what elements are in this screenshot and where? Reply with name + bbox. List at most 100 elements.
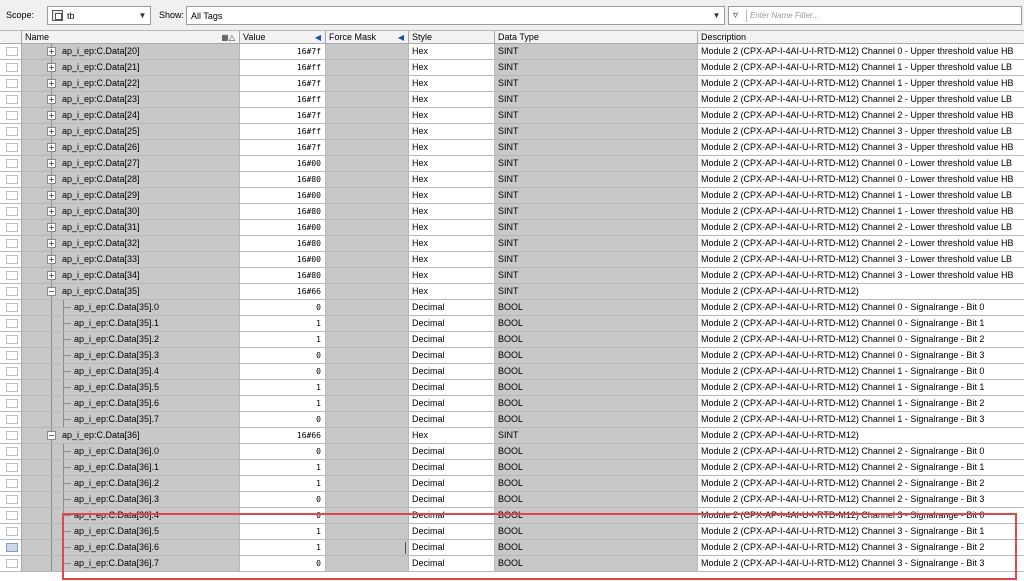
row-selector[interactable] — [0, 476, 22, 492]
tag-style[interactable]: Decimal — [409, 556, 495, 572]
column-pin-icon[interactable]: ◀ — [398, 31, 404, 44]
row-selector[interactable] — [0, 524, 22, 540]
row-selector[interactable] — [0, 444, 22, 460]
row-selector-box[interactable] — [6, 159, 18, 168]
tag-name-cell[interactable]: + ap_i_ep:C.Data[21] — [22, 60, 240, 76]
tag-description[interactable]: Module 2 (CPX-AP-I-4AI-U-I-RTD-M12) Chan… — [698, 140, 1024, 156]
tag-description[interactable]: Module 2 (CPX-AP-I-4AI-U-I-RTD-M12) Chan… — [698, 92, 1024, 108]
tag-description[interactable]: Module 2 (CPX-AP-I-4AI-U-I-RTD-M12) Chan… — [698, 76, 1024, 92]
tag-description[interactable]: Module 2 (CPX-AP-I-4AI-U-I-RTD-M12) Chan… — [698, 492, 1024, 508]
row-selector-header[interactable] — [0, 31, 22, 44]
table-row[interactable]: ap_i_ep:C.Data[35].6 1 Decimal BOOL Module 2… — [0, 396, 1024, 412]
tag-value[interactable]: 16#7f — [240, 44, 326, 60]
row-selector-box[interactable] — [6, 255, 18, 264]
row-selector-box[interactable] — [6, 47, 18, 56]
row-selector[interactable] — [0, 332, 22, 348]
tag-name-cell[interactable]: + ap_i_ep:C.Data[30] — [22, 204, 240, 220]
row-selector[interactable] — [0, 284, 22, 300]
tag-value[interactable]: 16#00 — [240, 188, 326, 204]
row-selector[interactable] — [0, 220, 22, 236]
tag-value[interactable]: 1 — [240, 332, 326, 348]
tag-style[interactable]: Decimal — [409, 412, 495, 428]
tag-force-mask[interactable] — [326, 476, 409, 492]
tag-description[interactable]: Module 2 (CPX-AP-I-4AI-U-I-RTD-M12) — [698, 284, 1024, 300]
tag-style[interactable]: Hex — [409, 108, 495, 124]
expand-plus-icon[interactable]: + — [47, 95, 56, 104]
tag-value[interactable]: 16#7f — [240, 140, 326, 156]
row-selector[interactable] — [0, 428, 22, 444]
expand-plus-icon[interactable]: + — [47, 63, 56, 72]
tag-name-cell[interactable]: ap_i_ep:C.Data[36].0 — [22, 444, 240, 460]
row-selector-box[interactable] — [6, 223, 18, 232]
expand-plus-icon[interactable]: + — [47, 127, 56, 136]
tag-description[interactable]: Module 2 (CPX-AP-I-4AI-U-I-RTD-M12) Chan… — [698, 460, 1024, 476]
expand-plus-icon[interactable]: + — [47, 79, 56, 88]
tag-style[interactable]: Hex — [409, 204, 495, 220]
row-selector[interactable] — [0, 204, 22, 220]
tag-name-cell[interactable]: ap_i_ep:C.Data[36].2 — [22, 476, 240, 492]
tag-name-cell[interactable]: ap_i_ep:C.Data[35].2 — [22, 332, 240, 348]
tag-name-cell[interactable]: + ap_i_ep:C.Data[23] — [22, 92, 240, 108]
row-selector[interactable] — [0, 508, 22, 524]
tag-description[interactable]: Module 2 (CPX-AP-I-4AI-U-I-RTD-M12) Chan… — [698, 44, 1024, 60]
tag-name-cell[interactable]: − ap_i_ep:C.Data[35] — [22, 284, 240, 300]
row-selector-box[interactable] — [6, 335, 18, 344]
row-selector-box[interactable] — [6, 447, 18, 456]
tag-value[interactable]: 16#00 — [240, 220, 326, 236]
table-row[interactable]: ap_i_ep:C.Data[36].2 1 Decimal BOOL Module 2… — [0, 476, 1024, 492]
tag-value[interactable]: 1 — [240, 540, 326, 556]
row-selector-box[interactable] — [6, 63, 18, 72]
tag-value[interactable]: 1 — [240, 524, 326, 540]
row-selector-box[interactable] — [6, 143, 18, 152]
row-selector-box[interactable] — [6, 543, 18, 552]
table-row[interactable]: ap_i_ep:C.Data[36].6 1 Decimal BOOL Module 2… — [0, 540, 1024, 556]
row-selector[interactable] — [0, 268, 22, 284]
tag-style[interactable]: Decimal — [409, 508, 495, 524]
tag-style[interactable]: Decimal — [409, 492, 495, 508]
tag-name-cell[interactable]: ap_i_ep:C.Data[36].7 — [22, 556, 240, 572]
tag-force-mask[interactable] — [326, 268, 409, 284]
tag-description[interactable]: Module 2 (CPX-AP-I-4AI-U-I-RTD-M12) Chan… — [698, 236, 1024, 252]
row-selector-box[interactable] — [6, 431, 18, 440]
tag-description[interactable]: Module 2 (CPX-AP-I-4AI-U-I-RTD-M12) Chan… — [698, 156, 1024, 172]
tag-value[interactable]: 16#80 — [240, 172, 326, 188]
tag-value[interactable]: 1 — [240, 316, 326, 332]
row-selector-box[interactable] — [6, 207, 18, 216]
row-selector[interactable] — [0, 396, 22, 412]
row-selector-box[interactable] — [6, 127, 18, 136]
table-row[interactable]: + ap_i_ep:C.Data[30] 16#80 Hex SINT Module 2 … — [0, 204, 1024, 220]
tag-style[interactable]: Hex — [409, 172, 495, 188]
tag-style[interactable]: Hex — [409, 428, 495, 444]
expand-plus-icon[interactable]: + — [47, 207, 56, 216]
column-header-value[interactable]: Value ◀ — [240, 31, 326, 44]
row-selector[interactable] — [0, 300, 22, 316]
row-selector[interactable] — [0, 108, 22, 124]
tag-force-mask[interactable] — [326, 316, 409, 332]
row-selector[interactable] — [0, 380, 22, 396]
tag-style[interactable]: Hex — [409, 124, 495, 140]
tag-name-cell[interactable]: ap_i_ep:C.Data[36].1 — [22, 460, 240, 476]
tag-force-mask[interactable] — [326, 380, 409, 396]
table-row[interactable]: ap_i_ep:C.Data[36].4 0 Decimal BOOL Module 2… — [0, 508, 1024, 524]
column-header-style[interactable]: Style — [409, 31, 495, 44]
tag-description[interactable]: Module 2 (CPX-AP-I-4AI-U-I-RTD-M12) Chan… — [698, 204, 1024, 220]
tag-style[interactable]: Hex — [409, 236, 495, 252]
row-selector[interactable] — [0, 492, 22, 508]
tag-name-cell[interactable]: + ap_i_ep:C.Data[20] — [22, 44, 240, 60]
row-selector-box[interactable] — [6, 319, 18, 328]
tag-description[interactable]: Module 2 (CPX-AP-I-4AI-U-I-RTD-M12) — [698, 428, 1024, 444]
tag-name-cell[interactable]: ap_i_ep:C.Data[35].3 — [22, 348, 240, 364]
tag-force-mask[interactable] — [326, 44, 409, 60]
row-selector[interactable] — [0, 556, 22, 572]
row-selector[interactable] — [0, 540, 22, 556]
tag-description[interactable]: Module 2 (CPX-AP-I-4AI-U-I-RTD-M12) Chan… — [698, 124, 1024, 140]
chevron-down-icon[interactable]: ▼ — [135, 7, 150, 24]
table-row[interactable]: ap_i_ep:C.Data[35].5 1 Decimal BOOL Module 2… — [0, 380, 1024, 396]
tag-value[interactable]: 0 — [240, 508, 326, 524]
table-row[interactable]: ap_i_ep:C.Data[36].1 1 Decimal BOOL Module 2… — [0, 460, 1024, 476]
table-row[interactable]: + ap_i_ep:C.Data[24] 16#7f Hex SINT Module 2 … — [0, 108, 1024, 124]
tag-force-mask[interactable] — [326, 460, 409, 476]
tag-value[interactable]: 16#ff — [240, 92, 326, 108]
column-header-force-mask[interactable]: Force Mask ◀ — [326, 31, 409, 44]
tag-force-mask[interactable] — [326, 252, 409, 268]
